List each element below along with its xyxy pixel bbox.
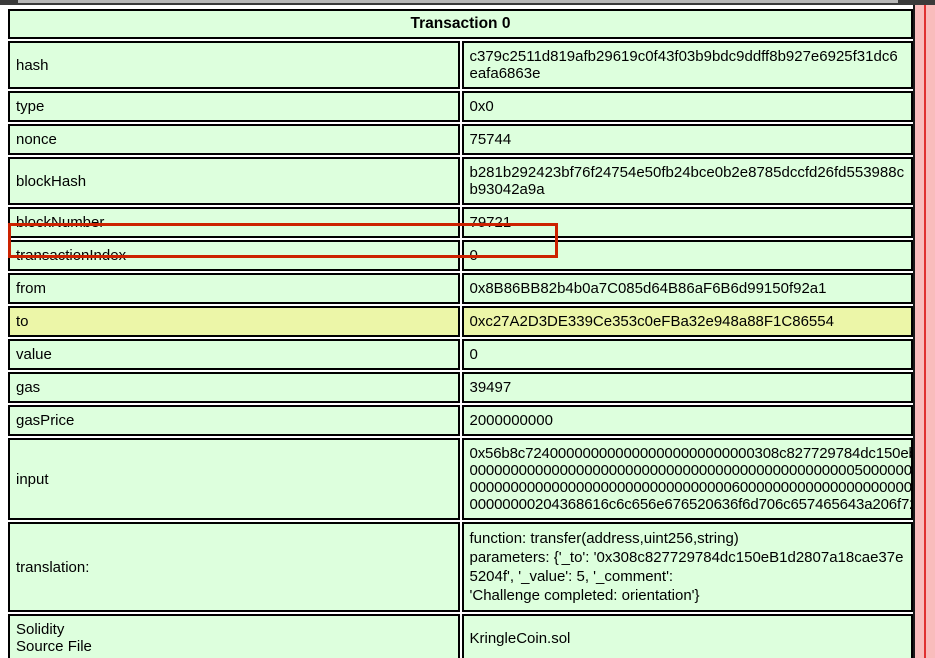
row-key-value: value bbox=[8, 339, 460, 370]
row-value-to[interactable]: 0xc27A2D3DE339Ce353c0eFBa32e948a88F1C865… bbox=[461, 306, 913, 337]
table-row: nonce 75744 bbox=[8, 124, 913, 155]
row-value-value: 0 bbox=[461, 339, 913, 370]
row-key-nonce: nonce bbox=[8, 124, 460, 155]
row-value-nonce: 75744 bbox=[461, 124, 913, 155]
row-key-input: input bbox=[8, 438, 460, 520]
row-value-gasprice: 2000000000 bbox=[461, 405, 913, 436]
translation-function-line: function: transfer(address,uint256,strin… bbox=[469, 530, 739, 547]
row-key-blocknumber: blockNumber bbox=[8, 207, 460, 238]
row-key-blockhash: blockHash bbox=[8, 157, 460, 205]
input-hex-line: 0000000000000000000000000000000060000000… bbox=[469, 479, 914, 496]
table-row: transactionIndex 0 bbox=[8, 240, 913, 271]
row-value-gas: 39497 bbox=[461, 372, 913, 403]
table-row: gas 39497 bbox=[8, 372, 913, 403]
page-edge-dark-line bbox=[913, 0, 915, 658]
table-row-translation: translation: function: transfer(address,… bbox=[8, 522, 913, 612]
table-row: from 0x8B86BB82b4b0a7C085d64B86aF6B6d991… bbox=[8, 273, 913, 304]
table-row-to-highlighted[interactable]: to 0xc27A2D3DE339Ce353c0eFBa32e948a88F1C… bbox=[8, 306, 913, 337]
input-hex-line: 0x56b8c7240000000000000000000000000308c8… bbox=[469, 445, 914, 462]
row-key-gas: gas bbox=[8, 372, 460, 403]
page-right-edge-strip bbox=[913, 0, 935, 658]
window-chrome-bar bbox=[0, 0, 935, 5]
page-title: Transaction 0 bbox=[8, 9, 913, 39]
row-key-to: to bbox=[8, 306, 460, 337]
transaction-table: Transaction 0 hash c379c2511d819afb29619… bbox=[6, 7, 913, 658]
row-value-from: 0x8B86BB82b4b0a7C085d64B86aF6B6d99150f92… bbox=[461, 273, 913, 304]
window-chrome-highlight bbox=[18, 0, 898, 3]
table-row: hash c379c2511d819afb29619c0f43f03b9bdc9… bbox=[8, 41, 913, 89]
row-value-transactionindex: 0 bbox=[461, 240, 913, 271]
row-value-hash: c379c2511d819afb29619c0f43f03b9bdc9ddff8… bbox=[461, 41, 913, 89]
table-row: gasPrice 2000000000 bbox=[8, 405, 913, 436]
row-key-translation: translation: bbox=[8, 522, 460, 612]
row-value-translation: function: transfer(address,uint256,strin… bbox=[461, 522, 913, 612]
row-value-blockhash: b281b292423bf76f24754e50fb24bce0b2e8785d… bbox=[461, 157, 913, 205]
table-row: blockNumber 79721 bbox=[8, 207, 913, 238]
row-value-solidity-source-file: KringleCoin.sol bbox=[461, 614, 913, 658]
translation-parameters-line: parameters: {'_to': '0x308c827729784dc15… bbox=[469, 549, 904, 585]
table-row: type 0x0 bbox=[8, 91, 913, 122]
row-key-type: type bbox=[8, 91, 460, 122]
row-key-from: from bbox=[8, 273, 460, 304]
row-key-gasprice: gasPrice bbox=[8, 405, 460, 436]
table-title-row: Transaction 0 bbox=[8, 9, 913, 39]
table-row-input: input 0x56b8c724000000000000000000000000… bbox=[8, 438, 913, 520]
table-row: value 0 bbox=[8, 339, 913, 370]
row-value-input: 0x56b8c7240000000000000000000000000308c8… bbox=[461, 438, 914, 520]
row-key-transactionindex: transactionIndex bbox=[8, 240, 460, 271]
input-hex-line: 0000000000000000000000000000000000000000… bbox=[469, 462, 914, 479]
row-key-solidity-source-file: Solidity Source File bbox=[8, 614, 460, 658]
row-value-type: 0x0 bbox=[461, 91, 913, 122]
row-key-hash: hash bbox=[8, 41, 460, 89]
input-hex-line: 00000000204368616c6c656e676520636f6d706c… bbox=[469, 496, 914, 513]
translation-comment-line: 'Challenge completed: orientation'} bbox=[469, 587, 700, 604]
table-row: blockHash b281b292423bf76f24754e50fb24bc… bbox=[8, 157, 913, 205]
page-edge-red-line bbox=[924, 0, 926, 658]
row-value-blocknumber: 79721 bbox=[461, 207, 913, 238]
table-row-source-file: Solidity Source File KringleCoin.sol bbox=[8, 614, 913, 658]
transaction-page: Transaction 0 hash c379c2511d819afb29619… bbox=[0, 5, 913, 658]
